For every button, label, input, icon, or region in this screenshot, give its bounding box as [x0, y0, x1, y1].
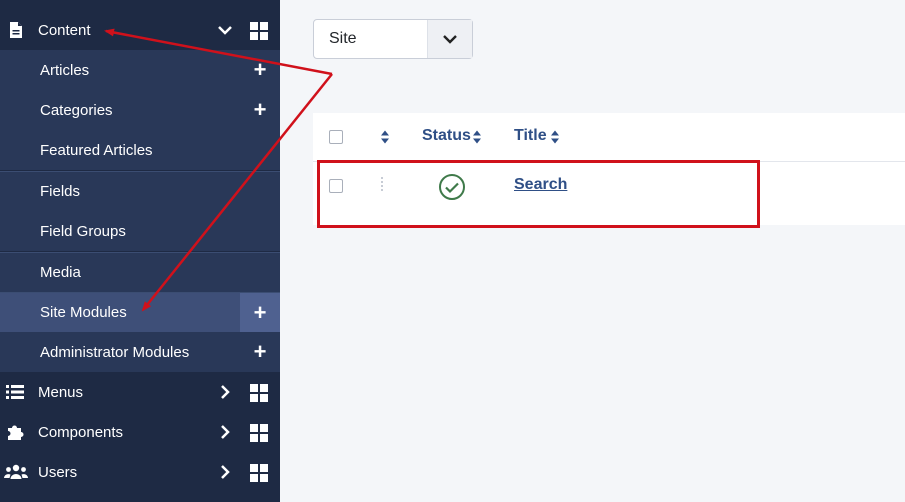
annotation-arrow-to-content: [104, 28, 333, 76]
annotation-arrows: [104, 28, 333, 312]
annotation-arrow-to-site-modules: [141, 73, 333, 312]
